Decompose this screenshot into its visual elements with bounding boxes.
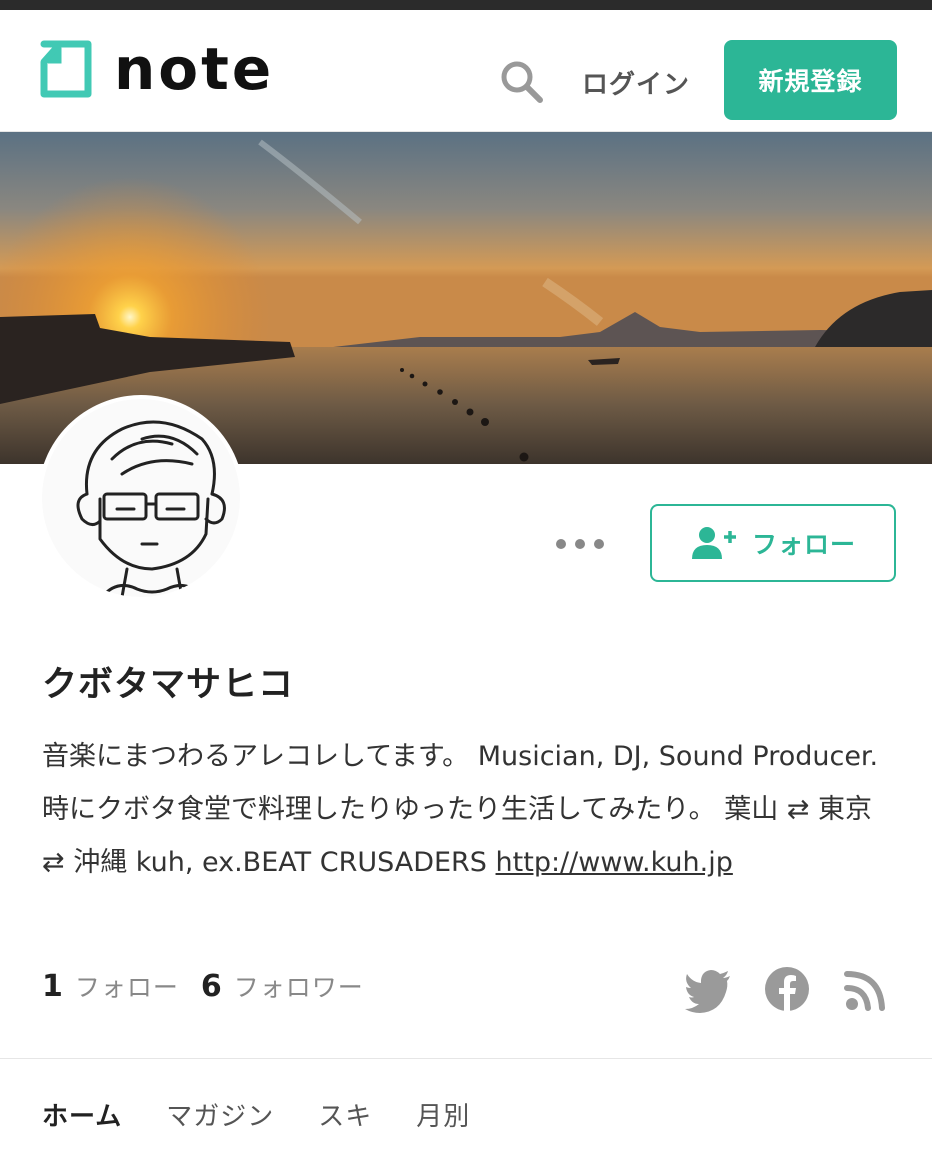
note-logo-icon [40, 40, 92, 98]
login-link[interactable]: ログイン [582, 64, 690, 101]
tab-magazine[interactable]: マガジン [166, 1096, 274, 1133]
twitter-icon[interactable] [684, 964, 734, 1014]
user-plus-icon [691, 527, 736, 559]
tab-likes[interactable]: スキ [318, 1096, 372, 1133]
follow-stats: 1 フォロー 6 フォロワー [42, 968, 364, 1012]
more-options-button[interactable] [556, 530, 604, 558]
tab-monthly[interactable]: 月別 [416, 1096, 470, 1133]
followers-count[interactable]: 6 [201, 969, 222, 1004]
note-logo[interactable]: note [40, 38, 274, 100]
profile-name: クボタマサヒコ [42, 665, 295, 705]
following-count[interactable]: 1 [42, 969, 63, 1004]
avatar-illustration [42, 399, 240, 597]
followers-label[interactable]: フォロワー [234, 968, 364, 1004]
follow-button[interactable]: フォロー [650, 504, 896, 582]
bio-text: 音楽にまつわるアレコレしてます。 Musician, DJ, Sound Pro… [42, 741, 879, 878]
search-icon[interactable] [497, 57, 545, 105]
more-dots-icon [594, 539, 604, 549]
follow-button-label: フォロー [751, 531, 856, 559]
rss-icon[interactable] [844, 964, 888, 1014]
section-divider [0, 1058, 932, 1059]
more-dots-icon [556, 539, 566, 549]
tab-home[interactable]: ホーム [42, 1096, 122, 1133]
signup-button[interactable]: 新規登録 [724, 40, 897, 120]
bio-website-link[interactable]: http://www.kuh.jp [496, 847, 733, 878]
following-label[interactable]: フォロー [75, 968, 179, 1004]
browser-top-strip [0, 0, 932, 10]
avatar[interactable] [42, 399, 240, 597]
site-header: note ログイン 新規登録 [0, 10, 932, 132]
facebook-icon[interactable] [764, 964, 810, 1014]
logo-text: note [114, 35, 275, 103]
more-dots-icon [575, 539, 585, 549]
profile-bio: 音楽にまつわるアレコレしてます。 Musician, DJ, Sound Pro… [42, 730, 897, 889]
profile-tabs: ホーム マガジン スキ 月別 [42, 1096, 514, 1133]
